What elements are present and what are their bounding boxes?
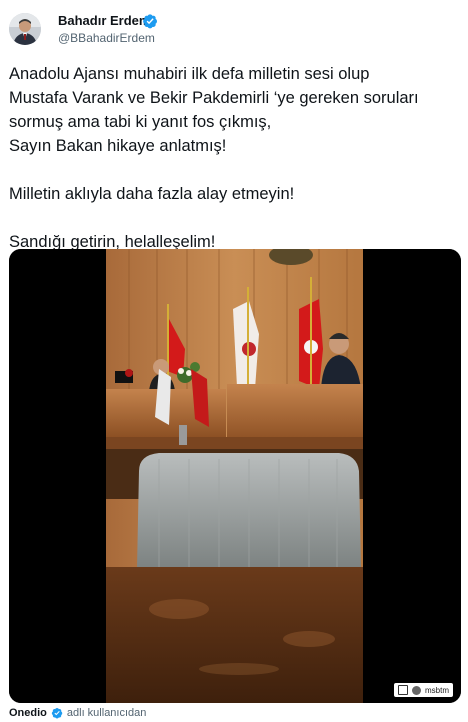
tweet-line: Anadolu Ajansı muhabiri ilk defa milleti… [9,65,370,83]
repost-icon [398,685,408,695]
attribution-note: adlı kullanıcıdan [66,707,147,719]
verified-badge-icon [51,708,63,719]
verified-badge-icon [143,14,157,29]
user-icon [412,685,421,695]
profile-photo [9,13,41,45]
media-watermark: msbtm [394,683,453,697]
author-handle[interactable]: @BBahadirErdem [58,30,155,46]
video-scene [106,249,363,703]
attribution: Onedio adlı kullanıcıdan [9,705,146,721]
watermark-text: msbtm [425,685,449,695]
source-name[interactable]: Onedio [9,707,47,719]
video-frame [9,249,461,703]
tweet-line: sormuş ama tabi ki yanıt fos çıkmış, [9,113,272,131]
tweet-text: Anadolu Ajansı muhabiri ilk defa milleti… [9,62,461,254]
video-media[interactable]: msbtm [9,249,461,703]
tweet-line: Mustafa Varank ve Bekir Pakdemirli ‘ye g… [9,89,419,107]
tweet-line: Milletin aklıyla daha fazla alay etmeyin… [9,185,295,203]
tweet-line: Sayın Bakan hikaye anlatmış! [9,137,227,155]
author-display-name[interactable]: Bahadır Erdem [58,13,150,29]
avatar[interactable] [9,13,41,45]
